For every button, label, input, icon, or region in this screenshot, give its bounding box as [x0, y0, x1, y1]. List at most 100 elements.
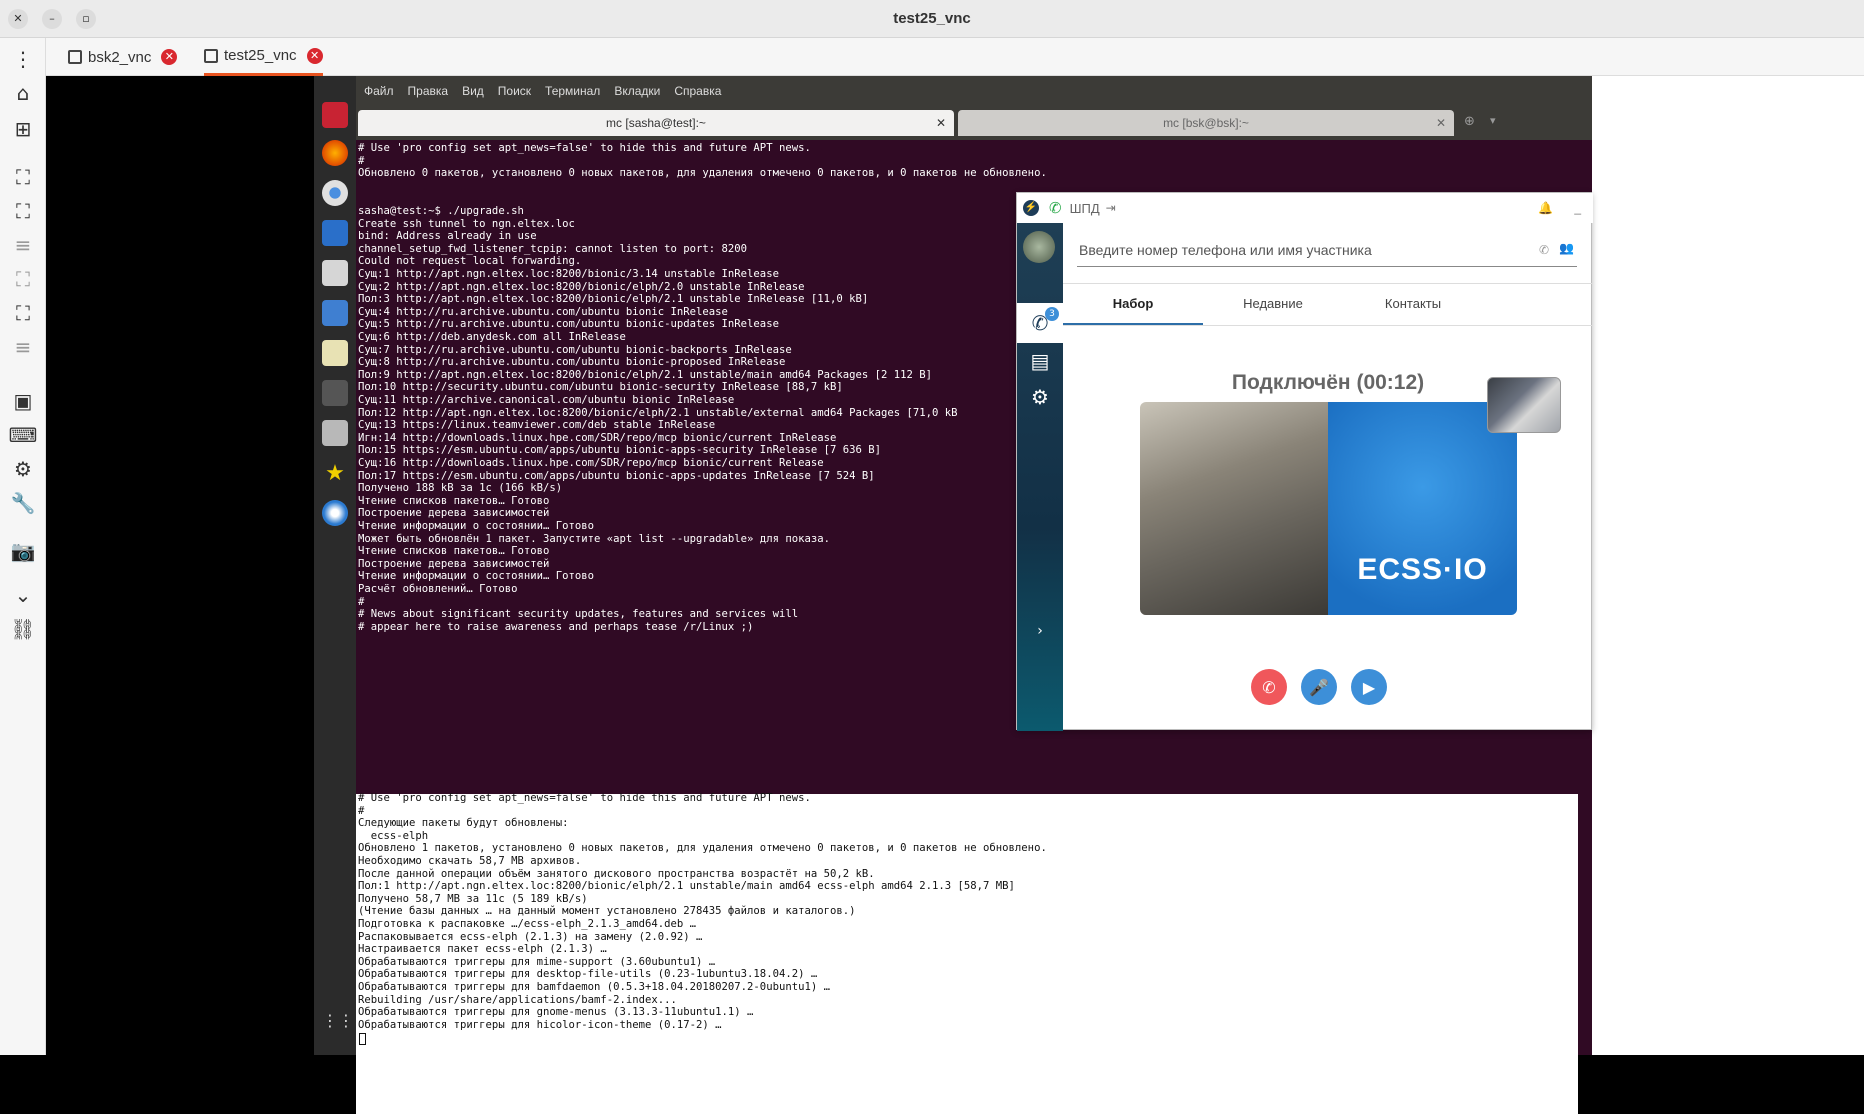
terminal-menubar: Файл Правка Вид Поиск Терминал Вкладки С… [356, 76, 1592, 106]
resize-icon[interactable]: ⛶ [10, 300, 36, 326]
scaling-icon[interactable]: ≡ [10, 232, 36, 258]
settings-icon[interactable] [322, 420, 348, 446]
fullscreen-icon[interactable]: ⛶ [10, 198, 36, 224]
terminal-line: # appear here to raise awareness and per… [358, 620, 754, 633]
terminal-icon[interactable] [322, 380, 348, 406]
close-tab-icon[interactable]: ✕ [1436, 110, 1446, 136]
close-tab-icon[interactable]: ✕ [936, 110, 946, 136]
remote-desktop-right-area [1591, 76, 1864, 1055]
terminal-line: Сущ:2 http://apt.ngn.eltex.loc:8200/bion… [358, 280, 805, 293]
menu-search[interactable]: Поиск [498, 84, 531, 98]
terminal-tab-sasha[interactable]: mc [sasha@test]:~ ✕ [358, 110, 954, 136]
viewer-tab-test25[interactable]: test25_vnc ✕ [204, 38, 323, 76]
menu-tabs[interactable]: Вкладки [614, 84, 660, 98]
phone-app-icon[interactable] [322, 500, 348, 526]
ecss-logo: ECSS·IO [1328, 402, 1517, 615]
terminal-line: Подготовка к распаковке …/ecss-elph_2.1.… [358, 918, 697, 930]
hangup-button[interactable]: ✆ [1251, 669, 1287, 705]
app-icon[interactable] [322, 102, 348, 128]
new-tab-icon[interactable]: ⊕ [1464, 114, 1475, 129]
fit-screen-icon[interactable]: ⛶ [10, 164, 36, 190]
preferences-icon[interactable]: ⚙ [10, 456, 36, 482]
remote-video: ECSS·IO [1140, 402, 1517, 615]
dial-icon[interactable]: ✆ [1539, 243, 1549, 257]
terminal-line: Обновлено 1 пакетов, установлено 0 новых… [358, 842, 1047, 855]
terminal-line: Обрабатываются триггеры для desktop-file… [358, 968, 818, 981]
terminal-line: Rebuilding /usr/share/applications/bamf-… [358, 993, 677, 1006]
files-icon[interactable] [322, 260, 348, 286]
list-icon[interactable]: ≡ [10, 334, 36, 360]
menu-edit[interactable]: Правка [408, 84, 449, 98]
terminal-line: Настраивается пакет ecss-elph (2.1.3) … [358, 943, 607, 956]
close-tab-icon[interactable]: ✕ [306, 47, 323, 64]
menu-terminal[interactable]: Терминал [545, 84, 600, 98]
app-grid-icon[interactable]: ⋮⋮ [322, 1008, 354, 1034]
viewer-tab-bsk2[interactable]: bsk2_vnc ✕ [68, 38, 178, 76]
line-label: ШПД [1069, 200, 1100, 216]
mail-icon[interactable] [322, 220, 348, 246]
window-titlebar: ✕ – ▫ test25_vnc [0, 0, 1864, 38]
screenshot-icon[interactable]: 📷 [10, 538, 36, 564]
dnd-icon[interactable]: 🔔 [1538, 201, 1553, 215]
search-input[interactable]: Введите номер телефона или имя участника [1077, 237, 1577, 267]
disconnect-icon[interactable]: ⛓ [10, 616, 36, 642]
terminal-line: Может быть обновлён 1 пакет. Запустите «… [358, 532, 830, 545]
group-icon[interactable]: 👥 [1559, 241, 1574, 255]
firefox-icon[interactable] [322, 140, 348, 166]
chromium-icon[interactable] [322, 180, 348, 206]
video-toggle-button[interactable]: ▶ [1351, 669, 1387, 705]
camera-feed [1140, 402, 1328, 615]
terminal-line: Could not request local forwarding. [358, 255, 582, 268]
menu-file[interactable]: Файл [364, 84, 394, 98]
tools-icon[interactable]: 🔧 [10, 490, 36, 516]
home-icon[interactable]: ⌂ [10, 80, 36, 106]
calls-nav[interactable]: ✆ 3 [1017, 303, 1063, 343]
softphone-header: ⚡ ✆ ШПД ⇥ 🔔 _ [1017, 193, 1593, 223]
terminal-line: Распаковывается ecss-elph (2.1.3) на зам… [358, 930, 703, 943]
ecss-logo-text: ECSS·IO [1357, 553, 1488, 586]
terminal-line: channel_setup_fwd_listener_tcpip: cannot… [358, 242, 748, 255]
dynamic-resolution-icon[interactable]: ⛶ [10, 266, 36, 292]
expand-chevron-icon[interactable]: › [1017, 611, 1063, 651]
menu-dots-icon[interactable]: ⋮ [10, 46, 36, 72]
connection-icon [204, 48, 218, 63]
logout-icon[interactable]: ⇥ [1106, 201, 1116, 215]
terminal-tab-bsk[interactable]: mc [bsk@bsk]:~ ✕ [958, 110, 1454, 136]
minimize-icon[interactable]: _ [1574, 201, 1581, 215]
star-icon[interactable]: ★ [322, 460, 348, 486]
writer-icon[interactable] [322, 300, 348, 326]
avatar[interactable] [1023, 231, 1055, 263]
viewer-tab-label: bsk2_vnc [88, 48, 152, 66]
terminal-line: Сущ:11 http://archive.canonical.com/ubun… [358, 394, 735, 406]
collapse-chevron-icon[interactable]: ⌄ [10, 582, 36, 608]
chat-icon[interactable]: ▤ [1017, 341, 1063, 381]
terminal-output-lower[interactable]: # Use 'pro config set apt_news=false' to… [356, 792, 1578, 1114]
terminal-line: Сущ:16 http://downloads.linux.hpe.com/SD… [358, 457, 824, 469]
close-tab-icon[interactable]: ✕ [161, 49, 178, 65]
terminal-line: Чтение информации о состоянии… Готово [358, 520, 594, 532]
terminal-line: Обновлено 0 пакетов, установлено 0 новых… [358, 167, 1047, 180]
tab-dial[interactable]: Набор [1063, 293, 1203, 325]
terminal-line: Сущ:4 http://ru.archive.ubuntu.com/ubunt… [358, 305, 728, 318]
terminal-line: sasha@test:~$ ./upgrade.sh [358, 205, 524, 217]
menu-view[interactable]: Вид [462, 84, 484, 98]
editor-icon[interactable] [322, 340, 348, 366]
tab-recent[interactable]: Недавние [1203, 293, 1343, 325]
terminal-line: # Use 'pro config set apt_news=false' to… [358, 792, 811, 804]
terminal-line: Обрабатываются триггеры для bamfdaemon (… [358, 981, 830, 993]
local-video-preview[interactable] [1487, 377, 1561, 433]
settings-gear-icon[interactable]: ⚙ [1017, 377, 1063, 417]
phone-status-icon: ✆ [1049, 199, 1062, 217]
terminal-line: Чтение информации о состоянии… Готово [358, 570, 594, 583]
mute-button[interactable]: 🎤 [1301, 669, 1337, 705]
keyboard-icon[interactable]: ⌨ [9, 422, 38, 448]
switch-window-icon[interactable]: ▣ [10, 388, 36, 414]
tab-contacts[interactable]: Контакты [1343, 293, 1483, 325]
terminal-line: Расчёт обновлений… Готово [358, 583, 518, 595]
terminal-line: Сущ:6 http://deb.anydesk.com all InRelea… [358, 331, 626, 343]
terminal-line: # News about significant security update… [358, 608, 799, 621]
terminal-line: Create ssh tunnel to ngn.eltex.loc [358, 217, 575, 230]
tabs-dropdown-icon[interactable]: ▾ [1490, 114, 1496, 127]
menu-help[interactable]: Справка [674, 84, 721, 98]
new-connection-icon[interactable]: ⊞ [10, 116, 36, 142]
